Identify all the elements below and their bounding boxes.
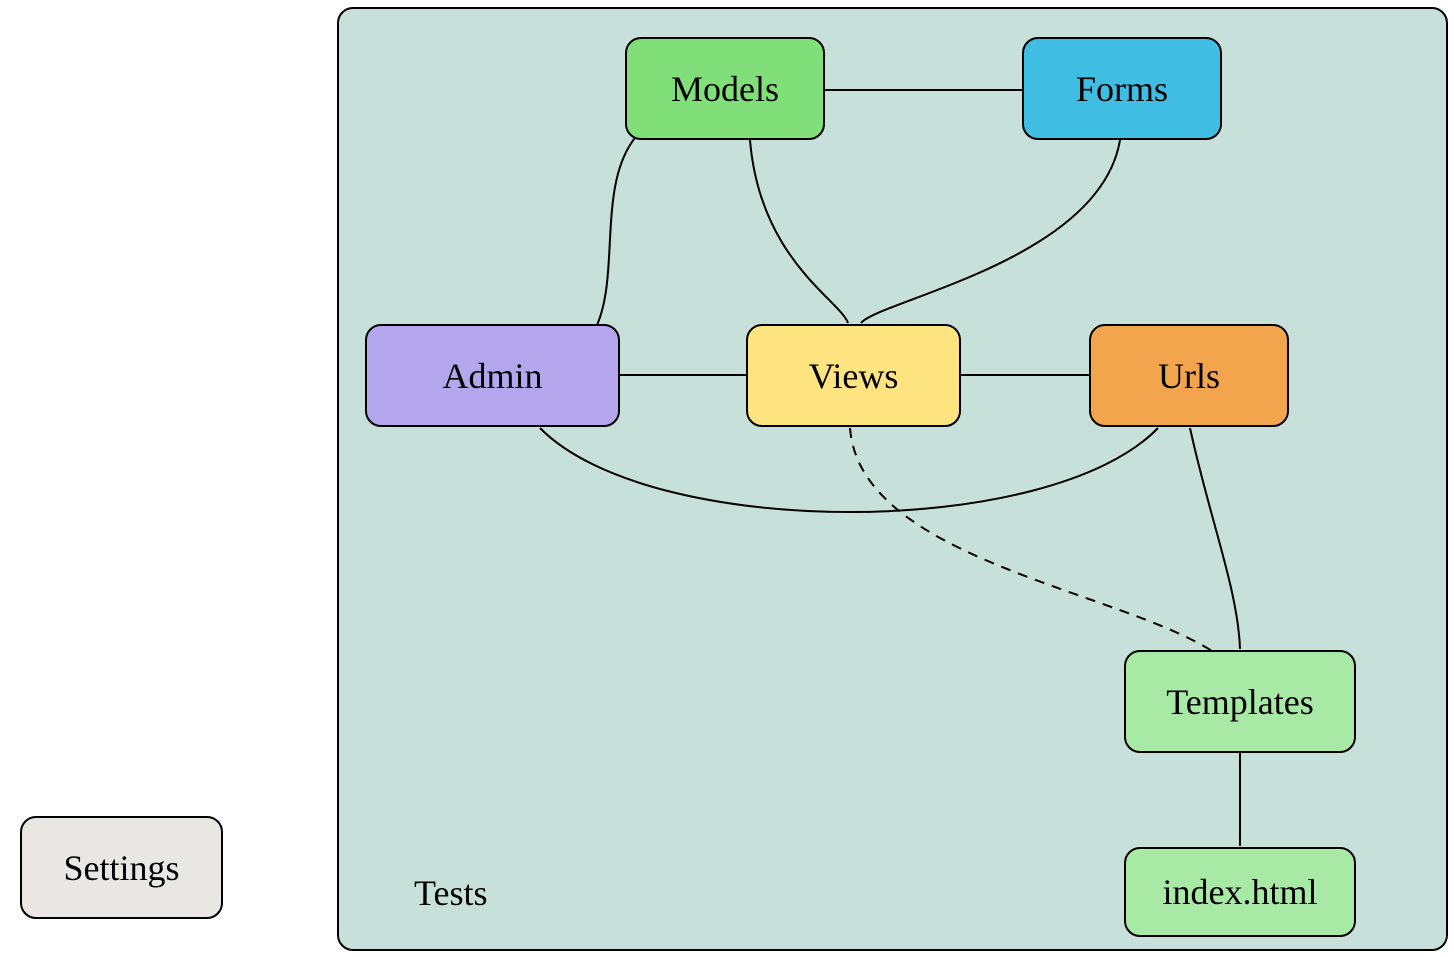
forms-node: Forms <box>1022 37 1222 140</box>
settings-label: Settings <box>63 847 179 889</box>
templates-label: Templates <box>1166 681 1313 723</box>
tests-container: Tests <box>337 7 1448 951</box>
views-label: Views <box>809 355 899 397</box>
indexhtml-label: index.html <box>1163 871 1318 913</box>
models-label: Models <box>671 68 779 110</box>
settings-node: Settings <box>20 816 223 919</box>
urls-label: Urls <box>1158 355 1220 397</box>
urls-node: Urls <box>1089 324 1289 427</box>
indexhtml-node: index.html <box>1124 847 1356 937</box>
forms-label: Forms <box>1076 68 1168 110</box>
models-node: Models <box>625 37 825 140</box>
views-node: Views <box>746 324 961 427</box>
diagram-canvas: Tests Settings Models Forms Admin <box>0 0 1454 957</box>
admin-label: Admin <box>442 355 542 397</box>
tests-label: Tests <box>414 872 487 914</box>
admin-node: Admin <box>365 324 620 427</box>
templates-node: Templates <box>1124 650 1356 753</box>
